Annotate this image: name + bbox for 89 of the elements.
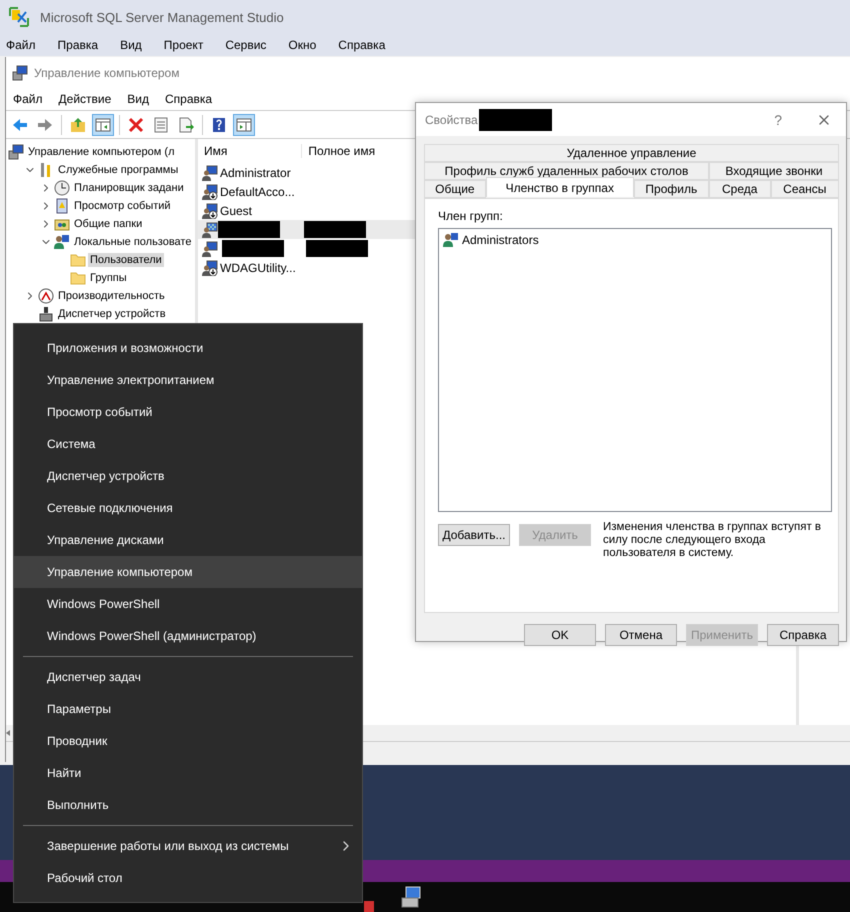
menu-item[interactable]: Параметры — [14, 693, 362, 725]
tree-item[interactable]: Просмотр событий — [72, 199, 173, 213]
delete-icon — [128, 116, 144, 132]
tab[interactable]: Профиль служб удаленных рабочих столов — [424, 162, 709, 180]
menu-item[interactable]: Вид — [127, 92, 149, 106]
scroll-left-icon — [6, 730, 10, 736]
dialog-button[interactable]: Справка — [767, 624, 839, 646]
tree-item[interactable]: Локальные пользовате — [72, 235, 194, 249]
menu-item[interactable]: Управление компьютером — [14, 556, 362, 588]
menu-item[interactable]: Проводник — [14, 725, 362, 757]
menu-item[interactable]: Справка — [338, 38, 386, 52]
menu-item[interactable]: Действие — [58, 92, 112, 106]
dialog-button[interactable]: Отмена — [605, 624, 677, 646]
menu-item[interactable]: Файл — [13, 92, 43, 106]
action-pane-icon — [236, 116, 252, 132]
dialog-title: Свойства — [425, 112, 478, 126]
folder-icon — [70, 270, 86, 286]
window-title: Управление компьютером — [34, 66, 180, 80]
toolbar-button[interactable] — [233, 114, 255, 136]
list-row[interactable] — [198, 220, 416, 239]
tree-item[interactable]: Производительность — [56, 289, 167, 303]
member-of-label: Член групп: — [438, 209, 504, 223]
menu-item[interactable]: Выполнить — [14, 789, 362, 821]
tree-item[interactable]: Управление компьютером (л — [26, 145, 176, 159]
menu-item[interactable]: Рабочий стол — [14, 862, 362, 894]
tab[interactable]: Среда — [708, 180, 771, 198]
menu-item[interactable]: Диспетчер задач — [14, 661, 362, 693]
help-button[interactable]: ? — [774, 112, 782, 128]
tab[interactable]: Сеансы — [770, 180, 839, 198]
back-arrow-icon — [12, 116, 28, 132]
tab[interactable]: Удаленное управление — [424, 144, 839, 162]
tree-item[interactable]: Пользователи — [88, 253, 164, 267]
gauge-icon — [38, 288, 54, 304]
menu-item[interactable]: Вид — [120, 38, 142, 52]
menu-item[interactable]: Справка — [165, 92, 212, 106]
action-button[interactable]: Добавить... — [438, 524, 510, 546]
menu-item[interactable]: Проект — [164, 38, 204, 52]
menu-item[interactable]: Управление электропитанием — [14, 364, 362, 396]
tab[interactable]: Членство в группах — [486, 177, 634, 197]
computer-icon — [12, 64, 28, 80]
menu-item[interactable]: Окно — [288, 38, 316, 52]
membership-note: Изменения членства в группах вступят в силу после следующего входа пользователя в систему. — [603, 521, 822, 560]
tab[interactable]: Профиль — [634, 180, 709, 198]
menu-item[interactable]: Windows PowerShell — [14, 588, 362, 620]
tree-item[interactable]: Группы — [88, 271, 129, 285]
menu-item[interactable]: Файл — [6, 38, 36, 52]
users-icon — [443, 232, 459, 248]
log-icon — [54, 198, 70, 214]
users-icon — [54, 234, 70, 250]
properties-icon — [153, 116, 169, 132]
menu-item[interactable]: Приложения и возможности — [14, 332, 362, 364]
toolbox-icon — [364, 898, 374, 912]
tab[interactable]: Общие — [424, 180, 486, 198]
menu-item[interactable]: Система — [14, 428, 362, 460]
group-list[interactable]: Administrators — [438, 228, 832, 512]
console-tree-icon — [95, 116, 111, 132]
forward-arrow-icon — [37, 116, 53, 132]
menu-item[interactable]: Просмотр событий — [14, 396, 362, 428]
dialog-button[interactable]: OK — [524, 624, 596, 646]
tree-item[interactable]: Планировщик задани — [72, 181, 186, 195]
list-row[interactable]: Administrator — [198, 163, 416, 182]
export-list-icon — [178, 116, 194, 132]
help-icon — [211, 116, 227, 132]
column-header[interactable]: Имя — [198, 144, 302, 158]
group-item[interactable]: Administrators — [462, 233, 539, 247]
window-title: Microsoft SQL Server Management Studio — [40, 10, 284, 24]
redaction-bar — [222, 240, 284, 257]
clock-icon — [54, 180, 70, 196]
toolbar-button[interactable] — [92, 114, 114, 136]
tree-item[interactable]: Диспетчер устройств — [56, 307, 168, 321]
redaction-bar — [306, 240, 368, 257]
menu-item[interactable]: Найти — [14, 757, 362, 789]
menu-item[interactable]: Windows PowerShell (администратор) — [14, 620, 362, 652]
tab[interactable]: Входящие звонки — [708, 162, 839, 180]
redaction-bar — [304, 221, 366, 238]
menu-item[interactable]: Диспетчер устройств — [14, 460, 362, 492]
folder-up-icon — [70, 116, 86, 132]
computer-icon — [400, 886, 422, 908]
folder-icon — [70, 252, 86, 268]
menu-item[interactable]: Сетевые подключения — [14, 492, 362, 524]
menu-item[interactable]: Сервис — [225, 38, 266, 52]
computer-icon — [8, 144, 24, 160]
redaction-bar — [218, 221, 280, 238]
menu-item[interactable]: Правка — [58, 38, 98, 52]
tree-item[interactable]: Служебные программы — [56, 163, 180, 177]
tree-item[interactable]: Общие папки — [72, 217, 144, 231]
menu-item[interactable]: Завершение работы или выход из системы — [14, 830, 362, 862]
menu-item[interactable]: Управление дисками — [14, 524, 362, 556]
ssms-logo-icon — [8, 6, 30, 28]
